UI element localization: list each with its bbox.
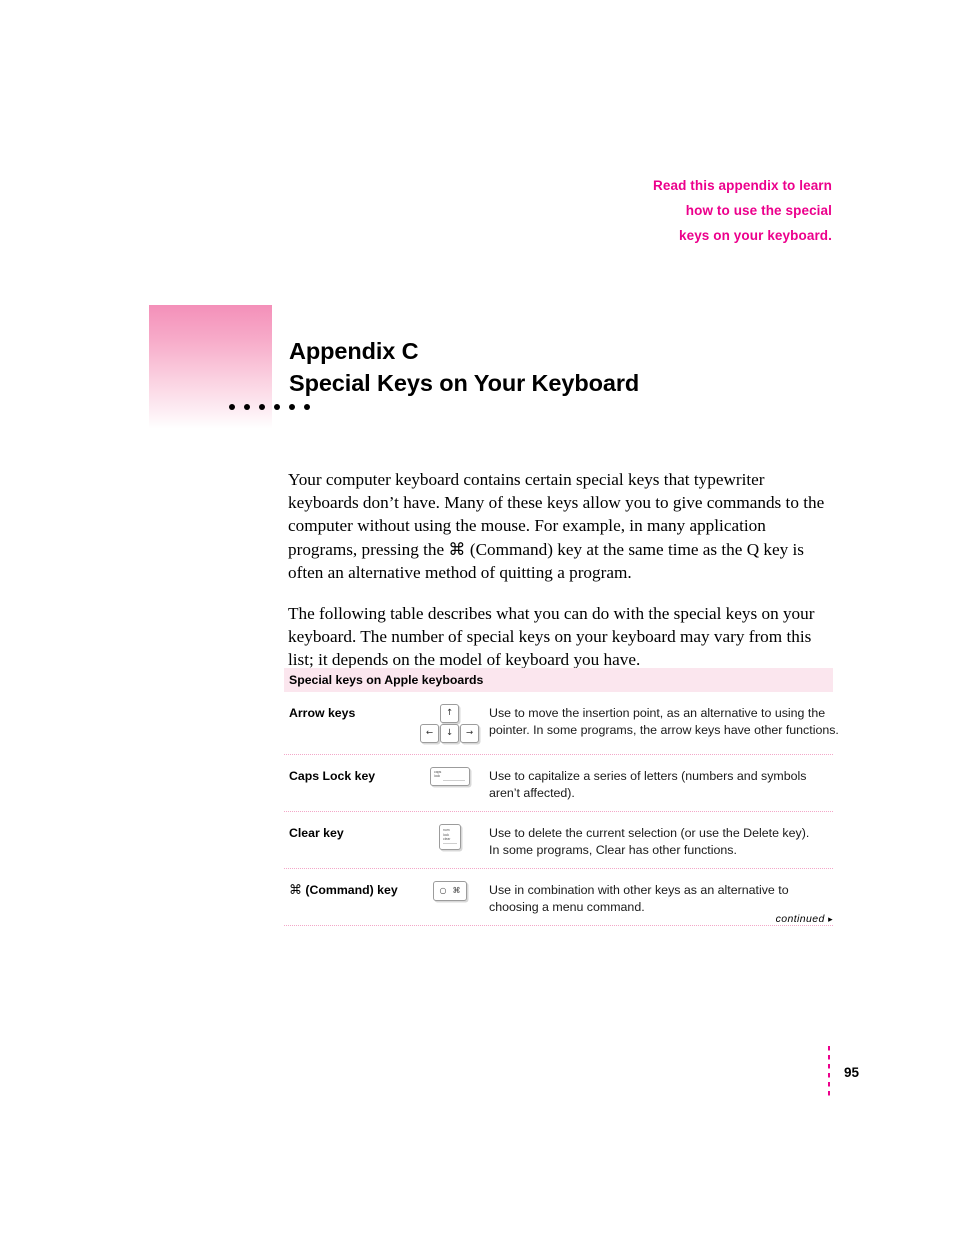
key-description-line: In some programs, Clear has other functi… (489, 842, 737, 857)
key-name: ⌘ (Command) key (289, 881, 411, 899)
chapter-dot (274, 404, 280, 410)
caps-lock-key-icon: caps lock (430, 767, 470, 786)
caps-lock-keycap-line: lock (434, 774, 440, 779)
key-icon-cell: caps lock (411, 767, 489, 786)
key-name: Clear key (289, 826, 344, 840)
key-description-line: pointer. In some programs, the arrow key… (489, 722, 839, 737)
clear-keycap-line: clear (443, 837, 451, 842)
arrow-left-keycap-icon: ← (420, 724, 439, 743)
page-title: Appendix C Special Keys on Your Keyboard (289, 335, 849, 399)
page-folio: 95 (828, 1046, 859, 1098)
command-keycap-glyph-left: ○ (439, 886, 447, 895)
command-glyph: ⌘ (289, 883, 302, 898)
body-paragraph-2: The following table describes what you c… (288, 604, 815, 670)
chapter-dot (259, 404, 265, 410)
command-keycap-glyph-right: ⌘ (452, 886, 461, 895)
table-row: ⌘ (Command) key ○ ⌘ Use in combination w… (284, 869, 833, 926)
keycap-rule (443, 843, 457, 844)
key-description-line: Use to move the insertion point, as an a… (489, 706, 826, 720)
blurb-line-2: how to use the special (685, 203, 832, 218)
special-keys-table: Special keys on Apple keyboards Arrow ke… (284, 668, 839, 926)
chapter-dot (289, 404, 295, 410)
key-description-line: Use to delete the current selection (or … (489, 826, 810, 840)
continued-triangle-icon: ▸ (828, 914, 833, 924)
key-name: Arrow keys (289, 706, 356, 720)
key-description: Use in combination with other keys as an… (489, 881, 833, 915)
appendix-label: Appendix C (289, 338, 419, 364)
appendix-title: Special Keys on Your Keyboard (289, 370, 640, 396)
key-icon-cell: num lock clear (411, 824, 489, 850)
table-row: Arrow keys ↑ ← ↓ → Use to move the inser… (284, 692, 839, 755)
chapter-dot (304, 404, 310, 410)
clear-key-icon: num lock clear (439, 824, 461, 850)
arrow-keys-cluster-icon: ↑ ← ↓ → (420, 704, 480, 744)
table-header-label: Special keys on Apple keyboards (289, 673, 484, 687)
key-description: Use to move the insertion point, as an a… (489, 704, 839, 738)
body-text-column: Your computer keyboard contains certain … (288, 468, 834, 672)
folio-dotted-rule (828, 1046, 830, 1098)
key-description-line: Use to capitalize a series of letters (n… (489, 769, 807, 783)
arrow-right-keycap-icon: → (460, 724, 479, 743)
page-number: 95 (844, 1064, 860, 1080)
blurb-line-3: keys on your keyboard. (678, 228, 832, 243)
key-icon-cell: ○ ⌘ (411, 881, 489, 901)
chapter-color-swatch (149, 305, 272, 429)
keycap-rule (443, 780, 465, 781)
chapter-dot (229, 404, 235, 410)
key-description: Use to capitalize a series of letters (n… (489, 767, 833, 801)
continued-marker: continued ▸ (776, 913, 833, 925)
key-name-text: (Command) key (302, 883, 398, 897)
table-header-band: Special keys on Apple keyboards (284, 668, 833, 692)
key-icon-cell: ↑ ← ↓ → (411, 704, 489, 744)
table-row: Caps Lock key caps lock Use to capitaliz… (284, 755, 833, 812)
command-key-icon: ○ ⌘ (433, 881, 467, 901)
key-description-line: aren’t affected). (489, 785, 575, 800)
chapter-dot-row (229, 404, 310, 410)
key-description: Use to delete the current selection (or … (489, 824, 833, 858)
chapter-dot (244, 404, 250, 410)
key-name: Caps Lock key (289, 769, 376, 783)
arrow-up-keycap-icon: ↑ (440, 704, 459, 723)
arrow-down-keycap-icon: ↓ (440, 724, 459, 743)
table-row: Clear key num lock clear Use to delete t… (284, 812, 833, 869)
continued-label: continued (775, 913, 825, 925)
appendix-intro-blurb: Read this appendix to learn how to use t… (512, 173, 832, 248)
body-paragraph-1: Your computer keyboard contains certain … (288, 470, 825, 582)
key-description-line: Use in combination with other keys as an… (489, 883, 789, 897)
blurb-line-1: Read this appendix to learn (653, 178, 832, 193)
